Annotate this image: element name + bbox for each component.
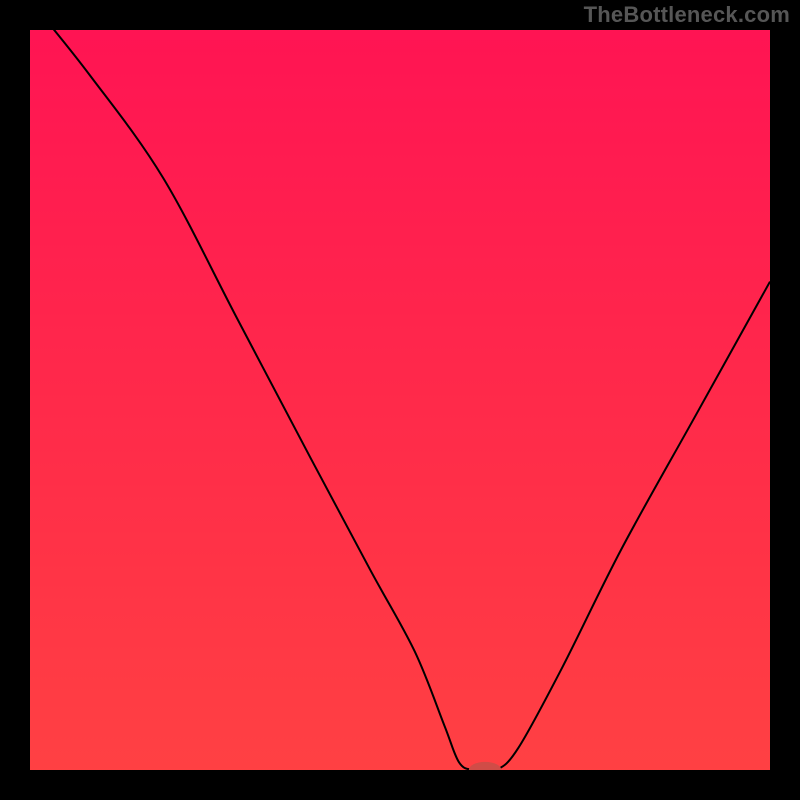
- watermark-text: TheBottleneck.com: [584, 2, 790, 28]
- chart-frame: TheBottleneck.com: [0, 0, 800, 800]
- gradient-background: [30, 30, 770, 770]
- bottleneck-plot: [30, 30, 770, 770]
